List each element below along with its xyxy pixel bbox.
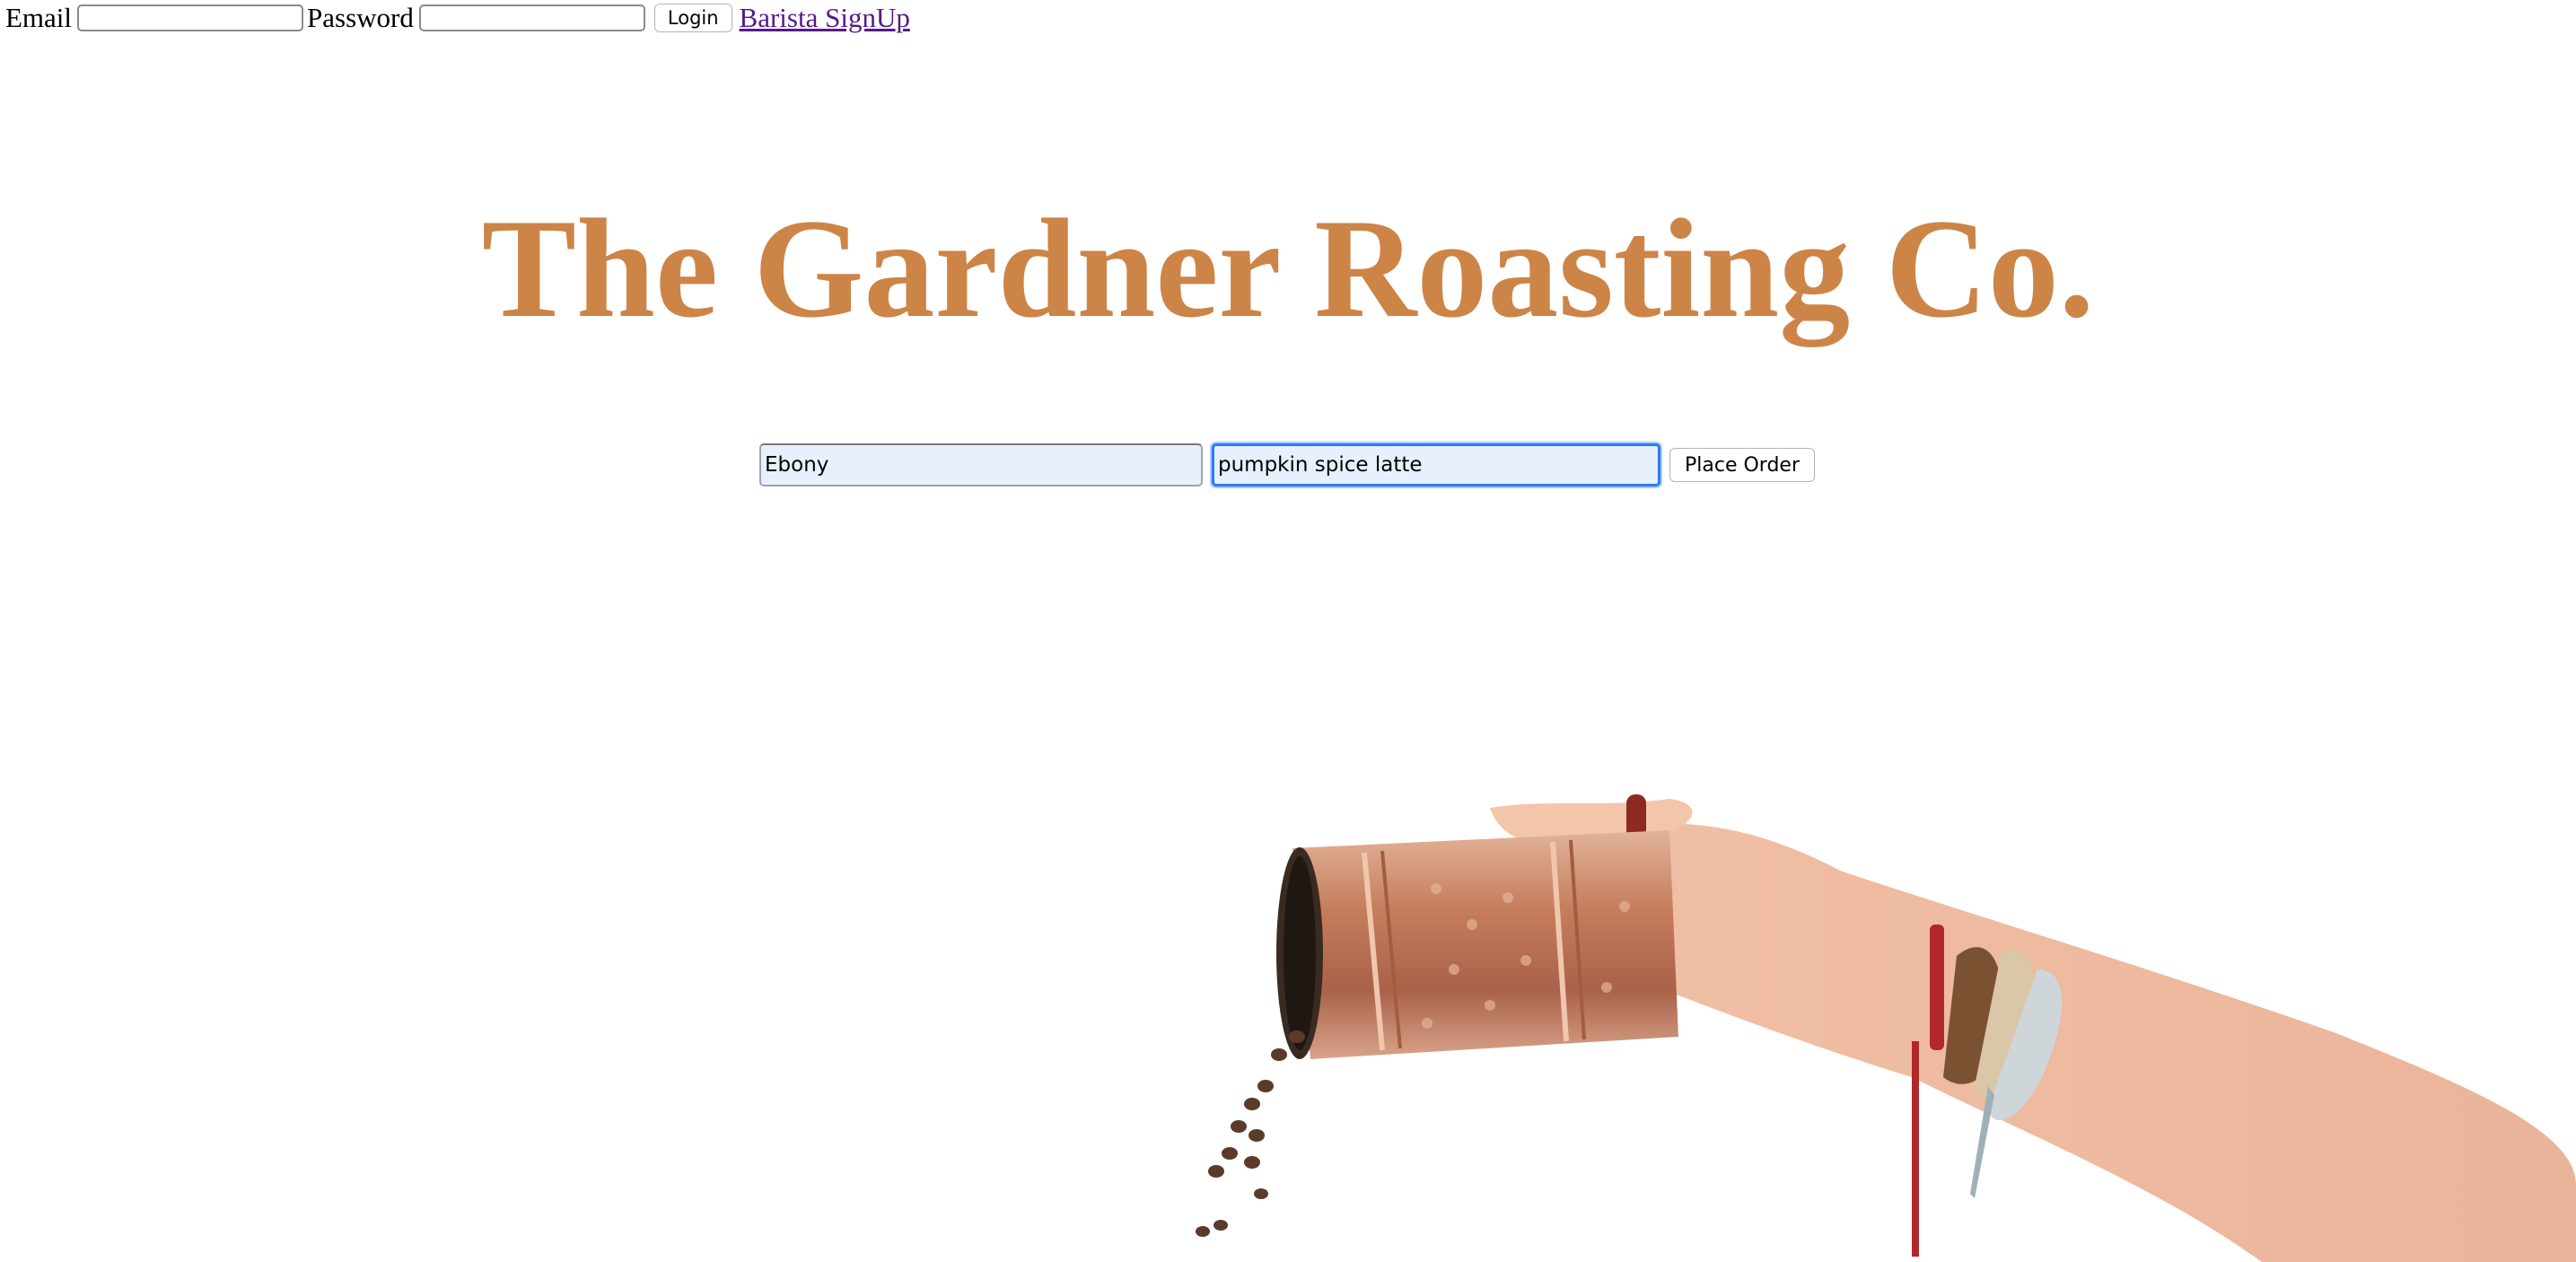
drink-order-input[interactable] — [1212, 443, 1660, 486]
password-input[interactable] — [418, 4, 645, 31]
hero-photo — [1196, 794, 2576, 1262]
email-label: Email — [5, 2, 73, 33]
barista-signup-link[interactable]: Barista SignUp — [740, 2, 910, 34]
email-input[interactable] — [77, 4, 304, 31]
login-button[interactable]: Login — [653, 4, 732, 32]
customer-name-input[interactable] — [759, 443, 1203, 486]
login-bar: Email Password Login Barista SignUp — [0, 0, 910, 36]
page-title: The Gardner Roasting Co. — [481, 190, 2095, 347]
order-form: Place Order — [759, 443, 1816, 486]
password-label: Password — [307, 2, 414, 33]
place-order-button[interactable]: Place Order — [1669, 448, 1816, 482]
